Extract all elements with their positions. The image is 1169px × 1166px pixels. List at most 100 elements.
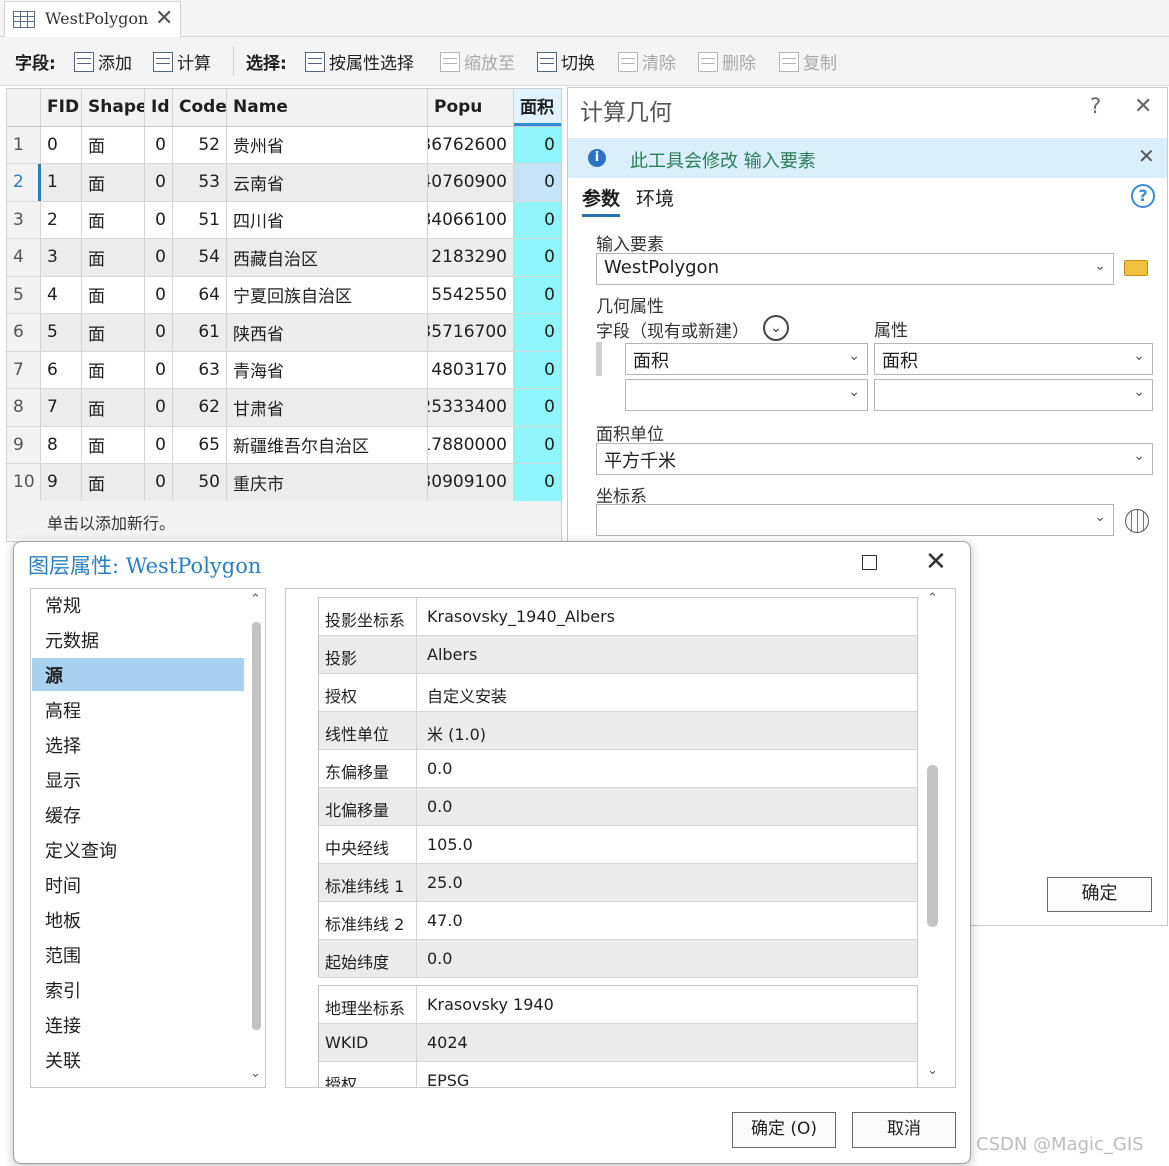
cell-id[interactable]: 0 [145,239,173,276]
column-header-id[interactable]: Id [145,89,173,126]
tab-westpolygon[interactable]: WestPolygon ✕ [4,1,181,37]
add-new-row[interactable]: 单击以添加新行。 [7,501,561,539]
cell-popu[interactable]: 2183290 [428,239,514,276]
tab-environments[interactable]: 环境 [636,184,674,211]
cell-id[interactable]: 0 [145,126,173,163]
table-row[interactable]: 6 5 面 0 61 陕西省 35716700 0 [7,314,561,352]
cell-popu[interactable]: 36762600 [428,126,514,163]
scroll-up-icon[interactable]: ⌃ [927,591,938,606]
cell-code[interactable]: 53 [173,164,227,201]
nav-item[interactable]: 缓存 [32,798,244,831]
nav-item[interactable]: 索引 [32,973,244,1006]
cell-rn[interactable]: 5 [7,276,41,313]
cell-id[interactable]: 0 [145,426,173,463]
add-field-button[interactable]: 添加 [74,49,132,74]
cell-area[interactable]: 0 [514,426,561,463]
cell-id[interactable]: 0 [145,276,173,313]
cell-popu[interactable]: 35716700 [428,314,514,351]
cell-fid[interactable]: 8 [41,426,82,463]
cell-code[interactable]: 61 [173,314,227,351]
nav-item[interactable]: 源 [32,658,244,691]
nav-item[interactable]: 地板 [32,903,244,936]
calculate-field-button[interactable]: 计算 [153,49,211,74]
cell-shape[interactable]: 面 [82,389,145,426]
column-header-code[interactable]: Code [173,89,227,126]
nav-item[interactable]: 范围 [32,938,244,971]
cell-area[interactable]: 0 [514,239,561,276]
scroll-up-icon[interactable]: ⌃ [250,592,261,607]
scroll-down-icon[interactable]: ⌄ [250,1066,261,1081]
cell-code[interactable]: 50 [173,464,227,501]
cell-area[interactable]: 0 [514,314,561,351]
table-row[interactable]: 3 2 面 0 51 四川省 84066100 0 [7,201,561,239]
cell-name[interactable]: 新疆维吾尔自治区 [227,426,428,463]
cell-fid[interactable]: 2 [41,201,82,238]
nav-item[interactable]: 连接 [32,1008,244,1041]
scroll-thumb[interactable] [927,765,938,927]
cell-name[interactable]: 贵州省 [227,126,428,163]
cell-fid[interactable]: 1 [41,164,82,201]
cell-area[interactable]: 0 [514,126,561,163]
cell-shape[interactable]: 面 [82,351,145,388]
cell-shape[interactable]: 面 [82,164,145,201]
nav-item[interactable]: 时间 [32,868,244,901]
table-row[interactable]: 7 6 面 0 63 青海省 4803170 0 [7,351,561,389]
cell-shape[interactable]: 面 [82,276,145,313]
cell-fid[interactable]: 6 [41,351,82,388]
cell-code[interactable]: 52 [173,126,227,163]
cell-popu[interactable]: 84066100 [428,201,514,238]
cell-rn[interactable]: 3 [7,201,41,238]
table-row[interactable]: 9 8 面 0 65 新疆维吾尔自治区 17880000 0 [7,426,561,464]
area-unit-dropdown[interactable]: 平方千米 ⌄ [596,443,1153,475]
cell-rn[interactable]: 9 [7,426,41,463]
nav-item[interactable]: 关联 [32,1043,244,1076]
cell-popu[interactable]: 17880000 [428,426,514,463]
cell-shape[interactable]: 面 [82,314,145,351]
cell-fid[interactable]: 4 [41,276,82,313]
column-header-area[interactable]: 面积 [514,89,561,126]
cell-id[interactable]: 0 [145,464,173,501]
nav-item[interactable]: 常规 [32,589,244,621]
coordinate-system-dropdown[interactable]: ⌄ [596,504,1114,536]
cell-shape[interactable]: 面 [82,464,145,501]
cell-fid[interactable]: 9 [41,464,82,501]
info-close-button[interactable]: ✕ [1138,144,1155,168]
cell-code[interactable]: 51 [173,201,227,238]
tab-close-button[interactable]: ✕ [155,6,173,31]
cell-id[interactable]: 0 [145,164,173,201]
help-icon[interactable]: ? [1090,94,1101,118]
dialog-ok-button[interactable]: 确定 (O) [732,1112,836,1148]
cell-rn[interactable]: 4 [7,239,41,276]
column-header-shape[interactable]: Shape [82,89,145,126]
cell-rn[interactable]: 8 [7,389,41,426]
nav-item[interactable]: 选择 [32,728,244,761]
table-row[interactable]: 2 1 面 0 53 云南省 40760900 0 [7,164,561,202]
cell-code[interactable]: 64 [173,276,227,313]
cell-popu[interactable]: 25333400 [428,389,514,426]
input-features-dropdown[interactable]: WestPolygon ⌄ [596,253,1114,285]
cell-fid[interactable]: 5 [41,314,82,351]
field-dropdown-2[interactable]: ⌄ [625,379,868,411]
folder-icon[interactable] [1124,260,1148,276]
cell-shape[interactable]: 面 [82,426,145,463]
cell-shape[interactable]: 面 [82,239,145,276]
dialog-cancel-button[interactable]: 取消 [852,1112,956,1148]
cell-rn[interactable]: 6 [7,314,41,351]
pane-close-button[interactable]: ✕ [1134,94,1152,119]
cell-code[interactable]: 62 [173,389,227,426]
cell-id[interactable]: 0 [145,351,173,388]
scroll-down-icon[interactable]: ⌄ [927,1063,938,1078]
cell-fid[interactable]: 0 [41,126,82,163]
property-dropdown-1[interactable]: 面积 ⌄ [874,343,1153,375]
cell-code[interactable]: 54 [173,239,227,276]
field-dropdown-1[interactable]: 面积 ⌄ [625,343,868,375]
table-row[interactable]: 4 3 面 0 54 西藏自治区 2183290 0 [7,239,561,277]
tool-help-icon[interactable]: ? [1131,184,1155,208]
delete-selection-button[interactable]: 删除 [698,49,756,74]
cell-fid[interactable]: 7 [41,389,82,426]
nav-item[interactable]: 定义查询 [32,833,244,866]
run-ok-button[interactable]: 确定 [1047,877,1152,912]
clear-selection-button[interactable]: 清除 [618,49,676,74]
cell-area[interactable]: 0 [514,164,561,201]
cell-name[interactable]: 重庆市 [227,464,428,501]
